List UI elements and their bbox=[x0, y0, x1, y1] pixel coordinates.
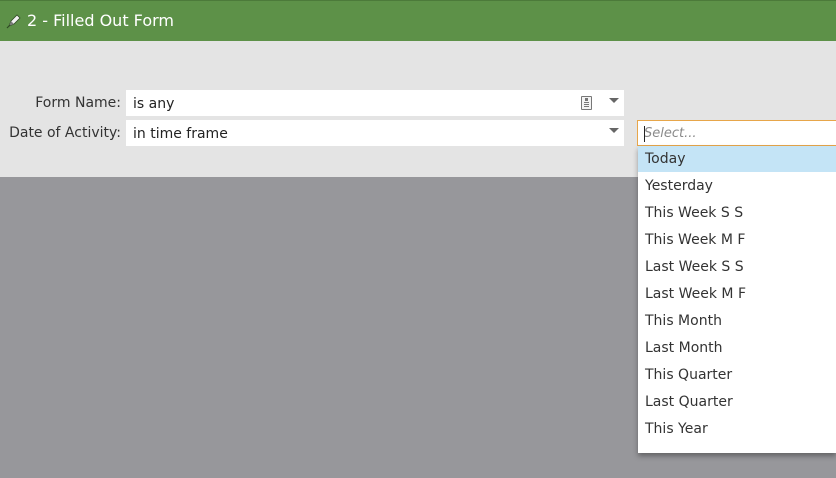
option-last-week-m-f[interactable]: Last Week M F bbox=[638, 281, 836, 307]
timeframe-search[interactable] bbox=[637, 120, 836, 146]
chevron-down-icon[interactable] bbox=[609, 98, 619, 103]
title-bar: 2 - Filled Out Form bbox=[0, 0, 836, 41]
date-of-activity-label: Date of Activity: bbox=[9, 125, 121, 141]
option-this-quarter[interactable]: This Quarter bbox=[638, 362, 836, 388]
form-name-value: is any bbox=[133, 96, 175, 112]
option-today[interactable]: Today bbox=[638, 146, 836, 172]
option-last-week-s-s[interactable]: Last Week S S bbox=[638, 254, 836, 280]
option-last-quarter[interactable]: Last Quarter bbox=[638, 389, 836, 415]
date-of-activity-select[interactable]: in time frame bbox=[126, 120, 624, 146]
timeframe-search-input[interactable] bbox=[644, 124, 824, 142]
option-this-year[interactable]: This Year bbox=[638, 416, 836, 442]
chevron-down-icon[interactable] bbox=[609, 128, 619, 133]
list-picker-icon[interactable] bbox=[581, 96, 592, 110]
date-of-activity-value: in time frame bbox=[133, 126, 228, 142]
pencil-icon bbox=[6, 14, 21, 29]
option-yesterday[interactable]: Yesterday bbox=[638, 173, 836, 199]
option-this-month[interactable]: This Month bbox=[638, 308, 836, 334]
text-cursor bbox=[644, 126, 645, 142]
option-this-week-m-f[interactable]: This Week M F bbox=[638, 227, 836, 253]
timeframe-dropdown-list: Today Yesterday This Week S S This Week … bbox=[638, 146, 836, 453]
form-name-label: Form Name: bbox=[35, 95, 121, 111]
page-title: 2 - Filled Out Form bbox=[27, 11, 174, 30]
option-last-month[interactable]: Last Month bbox=[638, 335, 836, 361]
form-name-select[interactable]: is any bbox=[126, 90, 624, 116]
option-this-week-s-s[interactable]: This Week S S bbox=[638, 200, 836, 226]
